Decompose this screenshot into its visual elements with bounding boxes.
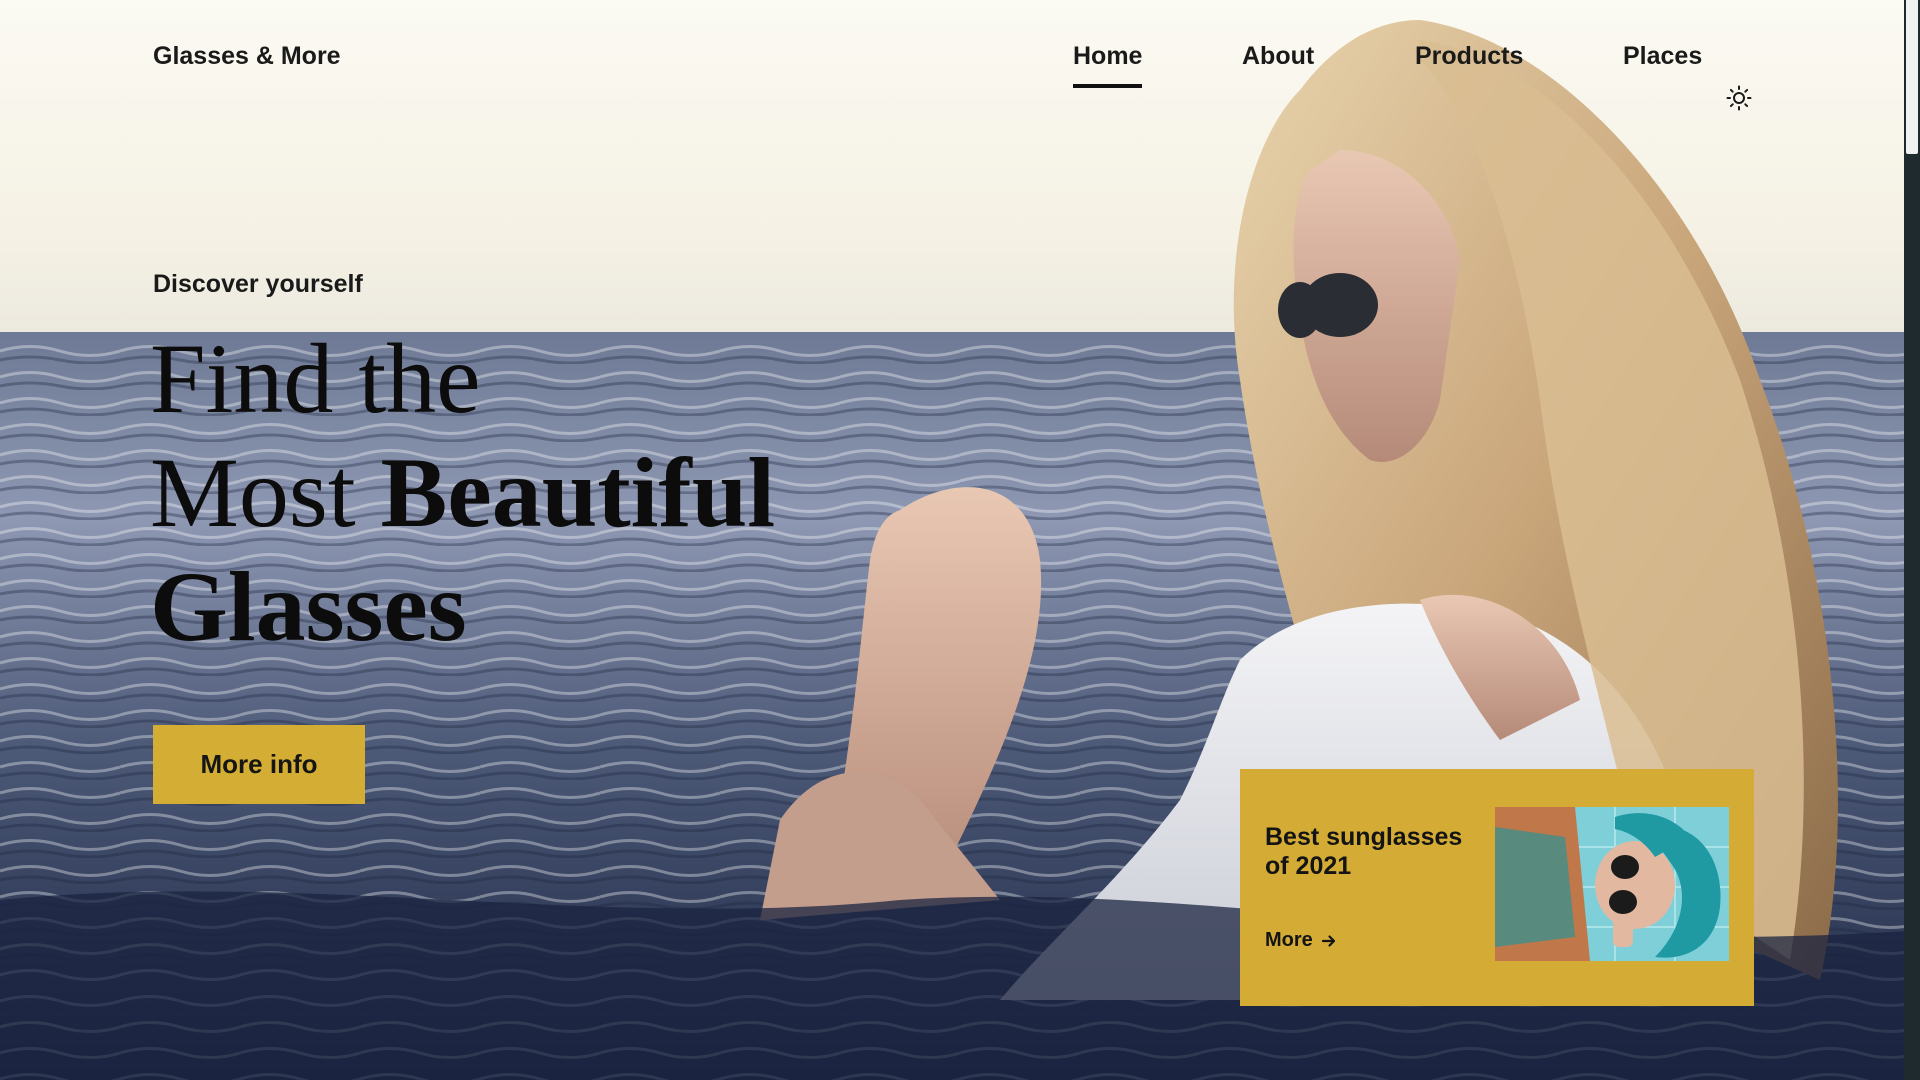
promo-more-label: More — [1265, 929, 1313, 951]
headline-line-3: Glasses — [150, 551, 467, 662]
nav-item-products[interactable]: Products — [1415, 42, 1523, 71]
promo-photo — [1495, 807, 1729, 961]
headline-line-2-regular: Most — [150, 437, 381, 548]
nav-item-label: Places — [1623, 42, 1703, 70]
arrow-right-icon — [1321, 934, 1335, 947]
nav-item-about[interactable]: About — [1242, 42, 1314, 71]
nav-item-label: About — [1242, 42, 1315, 70]
nav-item-label: Home — [1073, 42, 1143, 70]
nav-item-places[interactable]: Places — [1623, 42, 1702, 71]
main-nav: Home About Products Places — [0, 42, 1920, 111]
scrollbar-thumb[interactable] — [1906, 0, 1918, 154]
theme-toggle-button[interactable] — [1726, 85, 1752, 111]
promo-card[interactable]: Best sunglasses of 2021 More — [1240, 769, 1754, 1006]
hero-headline: Find the Most Beautiful Glasses — [150, 322, 775, 664]
promo-more-link[interactable]: More — [1265, 929, 1337, 952]
hero-eyebrow: Discover yourself — [153, 270, 363, 298]
nav-item-home[interactable]: Home — [1073, 42, 1143, 88]
headline-line-1: Find the — [150, 323, 481, 434]
sun-icon — [1726, 85, 1752, 111]
more-info-button[interactable]: More info — [153, 725, 365, 804]
landing-page: Glasses & More Home About Products Place… — [0, 0, 1920, 1080]
headline-line-2-bold: Beautiful — [380, 437, 776, 548]
promo-title: Best sunglasses of 2021 — [1265, 823, 1463, 880]
active-nav-indicator — [1073, 84, 1143, 88]
promo-image — [1495, 807, 1729, 961]
nav-item-label: Products — [1415, 42, 1524, 70]
page-scrollbar[interactable] — [1904, 0, 1920, 1080]
